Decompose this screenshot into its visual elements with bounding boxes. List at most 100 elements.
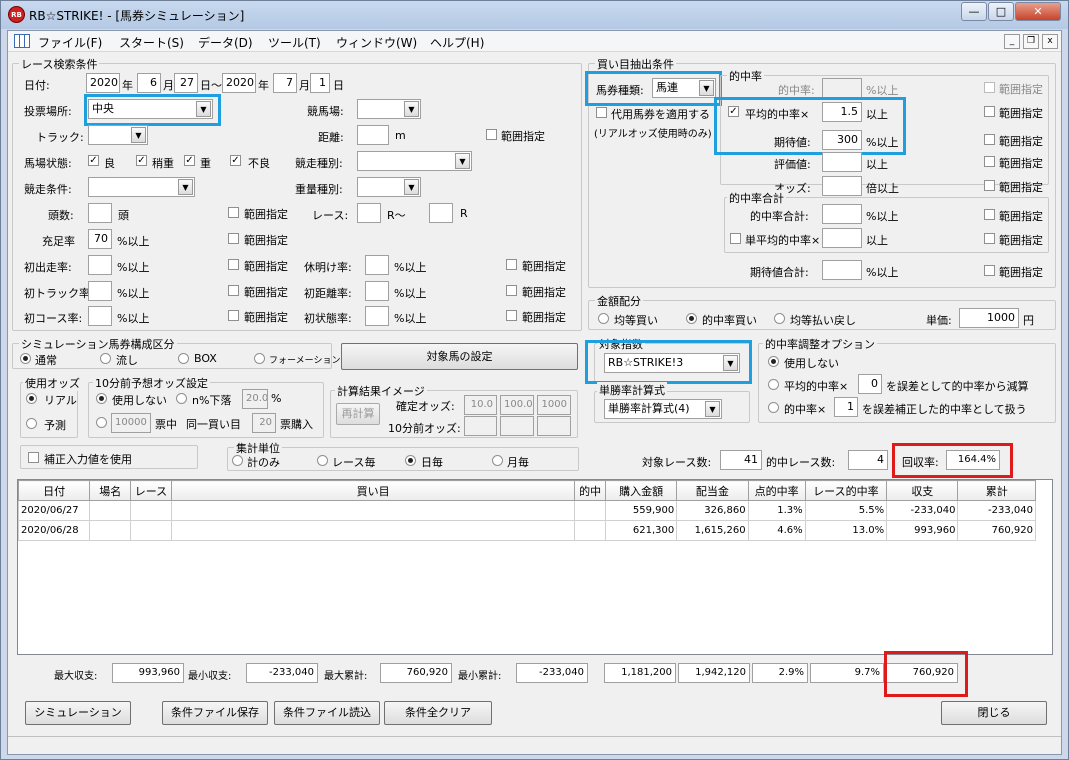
col-venue[interactable]: 場名 xyxy=(89,480,132,501)
condition-heavy-checkbox[interactable]: ✓ xyxy=(184,155,195,166)
condition-slightly-heavy-checkbox[interactable]: ✓ xyxy=(136,155,147,166)
adjust-none-radio[interactable] xyxy=(768,356,779,367)
first-run-range-checkbox[interactable] xyxy=(228,259,239,270)
votes-input[interactable]: 10000 xyxy=(111,413,151,433)
hit-sum-input[interactable] xyxy=(822,204,862,224)
load-conditions-button[interactable]: 条件ファイル読込 xyxy=(274,701,380,725)
race-to-input[interactable] xyxy=(429,203,453,223)
distance-input[interactable] xyxy=(357,125,389,145)
first-state-input[interactable] xyxy=(365,306,389,326)
sim-normal-radio[interactable] xyxy=(20,353,31,364)
close-button[interactable]: 閉じる xyxy=(941,701,1047,725)
from-month-input[interactable]: 6 xyxy=(137,73,161,93)
adjust-subtract-radio[interactable] xyxy=(768,379,779,390)
close-window-button[interactable]: ✕ xyxy=(1015,2,1061,21)
first-distance-range-checkbox[interactable] xyxy=(506,285,517,296)
col-bet[interactable]: 買い目 xyxy=(170,480,576,501)
single-avg-range-checkbox[interactable] xyxy=(984,233,995,244)
mdi-restore-button[interactable]: ❐ xyxy=(1023,34,1039,49)
adjust-correct-radio[interactable] xyxy=(768,402,779,413)
odds10-votes-radio[interactable] xyxy=(96,417,107,428)
evaluation-range-checkbox[interactable] xyxy=(984,156,995,167)
track-select[interactable]: ▼ xyxy=(88,125,148,145)
race-type-select[interactable]: ▼ xyxy=(357,151,472,171)
to-year-input[interactable]: 2020 xyxy=(222,73,256,93)
target-horse-button[interactable]: 対象馬の設定 xyxy=(341,343,578,370)
mdi-close-button[interactable]: x xyxy=(1042,34,1058,49)
fill-range-checkbox[interactable] xyxy=(228,233,239,244)
menu-help[interactable]: ヘルプ(H) xyxy=(430,34,484,51)
col-purchase[interactable]: 購入金額 xyxy=(604,480,678,501)
first-run-input[interactable] xyxy=(88,255,112,275)
col-cumulative[interactable]: 累計 xyxy=(957,480,1036,501)
sim-nagashi-radio[interactable] xyxy=(100,353,111,364)
menu-tools[interactable]: ツール(T) xyxy=(268,34,321,51)
track-venue-select[interactable]: ▼ xyxy=(357,99,421,119)
agg-race-radio[interactable] xyxy=(317,455,328,466)
col-date[interactable]: 日付 xyxy=(17,480,91,501)
drop-pct-input[interactable]: 20.0 xyxy=(242,389,268,409)
save-conditions-button[interactable]: 条件ファイル保存 xyxy=(162,701,268,725)
substitute-checkbox[interactable] xyxy=(596,107,607,118)
expect-range-checkbox[interactable] xyxy=(984,134,995,145)
table-row[interactable]: 2020/06/27 559,900 326,860 1.3% 5.5% -23… xyxy=(17,500,1036,521)
first-track-range-checkbox[interactable] xyxy=(228,285,239,296)
to-day-input[interactable]: 1 xyxy=(310,73,330,93)
simulate-button[interactable]: シミュレーション xyxy=(25,701,131,725)
recalc-button[interactable]: 再計算 xyxy=(336,403,380,425)
col-point-hit[interactable]: 点的中率 xyxy=(747,480,806,501)
weight-type-select[interactable]: ▼ xyxy=(357,177,421,197)
menu-window[interactable]: ウィンドウ(W) xyxy=(336,34,417,51)
evaluation-input[interactable] xyxy=(822,152,862,172)
first-track-input[interactable] xyxy=(88,281,112,301)
unit-price-input[interactable]: 1000 xyxy=(959,308,1019,328)
odds-real-radio[interactable] xyxy=(26,393,37,404)
correction-checkbox[interactable] xyxy=(28,452,39,463)
to-month-input[interactable]: 7 xyxy=(273,73,297,93)
maximize-button[interactable]: □ xyxy=(988,2,1014,21)
odds-range-checkbox[interactable] xyxy=(984,180,995,191)
money-equal-radio[interactable] xyxy=(598,313,609,324)
menu-start[interactable]: スタート(S) xyxy=(119,34,184,51)
first-distance-input[interactable] xyxy=(365,281,389,301)
heads-input[interactable] xyxy=(88,203,112,223)
clear-conditions-button[interactable]: 条件全クリア xyxy=(384,701,492,725)
agg-total-radio[interactable] xyxy=(232,455,243,466)
rest-range-checkbox[interactable] xyxy=(506,259,517,270)
first-course-input[interactable] xyxy=(88,306,112,326)
menu-data[interactable]: データ(D) xyxy=(198,34,253,51)
distance-range-checkbox[interactable] xyxy=(486,129,497,140)
menu-file[interactable]: ファイル(F) xyxy=(38,34,102,51)
adjust-subtract-input[interactable]: 0 xyxy=(858,374,882,394)
first-state-range-checkbox[interactable] xyxy=(506,310,517,321)
same-bet-input[interactable]: 20 xyxy=(252,413,276,433)
mdi-minimize-button[interactable]: _ xyxy=(1004,34,1020,49)
odds-predict-radio[interactable] xyxy=(26,418,37,429)
col-payout[interactable]: 配当金 xyxy=(676,480,749,501)
condition-bad-checkbox[interactable]: ✓ xyxy=(230,155,241,166)
fill-rate-input[interactable]: 70 xyxy=(88,229,112,249)
hit-sum-range-checkbox[interactable] xyxy=(984,209,995,220)
adjust-correct-input[interactable]: 1 xyxy=(834,397,858,417)
single-avg-input[interactable] xyxy=(822,228,862,248)
minimize-button[interactable]: — xyxy=(961,2,987,21)
money-hit-radio[interactable] xyxy=(686,313,697,324)
from-day-input[interactable]: 27 xyxy=(174,73,198,93)
agg-month-radio[interactable] xyxy=(492,455,503,466)
rest-rate-input[interactable] xyxy=(365,255,389,275)
table-row[interactable]: 2020/06/28 621,300 1,615,260 4.6% 13.0% … xyxy=(17,520,1036,541)
race-from-input[interactable] xyxy=(357,203,381,223)
sim-box-radio[interactable] xyxy=(178,353,189,364)
race-condition-select[interactable]: ▼ xyxy=(88,177,195,197)
expect-sum-input[interactable] xyxy=(822,260,862,280)
sim-formation-radio[interactable] xyxy=(254,353,265,364)
condition-good-checkbox[interactable]: ✓ xyxy=(88,155,99,166)
col-race-hit[interactable]: レース的中率 xyxy=(804,480,888,501)
single-avg-checkbox[interactable] xyxy=(730,233,741,244)
hit-range-checkbox[interactable] xyxy=(984,82,995,93)
col-hit[interactable]: 的中 xyxy=(574,480,606,501)
odds10-unused-radio[interactable] xyxy=(96,393,107,404)
money-equal-payout-radio[interactable] xyxy=(774,313,785,324)
odds-input[interactable] xyxy=(822,176,862,196)
col-race[interactable]: レース xyxy=(130,480,172,501)
